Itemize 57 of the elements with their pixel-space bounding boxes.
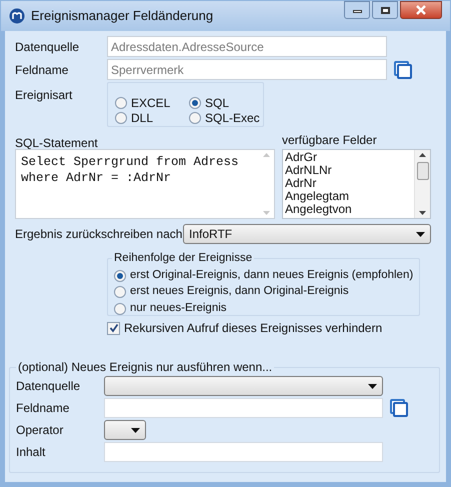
- field-label: Datenquelle: [16, 378, 82, 395]
- radio-label: SQL-Exec: [205, 110, 260, 127]
- radio-label: EXCEL: [131, 95, 170, 112]
- input-field[interactable]: [104, 398, 383, 418]
- field-label: Operator: [16, 422, 64, 439]
- fields-list[interactable]: AdrGr AdrNLNr AdrNr Angelegtam Angelegtvon: [282, 149, 431, 219]
- radio-label: SQL: [205, 95, 230, 112]
- caret-icon: [131, 428, 140, 432]
- window-title: Ereignismanager Feldänderung: [31, 7, 214, 26]
- field-label: Feldname: [16, 400, 70, 417]
- radio-button[interactable]: [114, 286, 126, 298]
- sql-label: SQL-Statement: [15, 135, 99, 149]
- copy-icon[interactable]: [389, 398, 409, 418]
- radio-label: DLL: [131, 110, 154, 127]
- checkbox-label: Rekursiven Aufruf dieses Ereignisses verhindern: [124, 320, 382, 337]
- input-field[interactable]: [104, 442, 383, 462]
- radio-button[interactable]: [115, 112, 127, 124]
- radio-button[interactable]: [189, 112, 201, 124]
- app-logo-icon: [9, 8, 25, 24]
- group-title: (optional) Neues Ereignis nur ausführen wenn...: [17, 359, 274, 376]
- radio-label: erst neues Ereignis, dann Original-Ereignis: [130, 284, 349, 300]
- fields-list-label: verfügbare Felder: [282, 134, 378, 148]
- scroll-up-icon[interactable]: [419, 153, 426, 157]
- scrollbar[interactable]: [414, 150, 430, 218]
- dropdown[interactable]: [104, 420, 146, 440]
- group-title: Reihenfolge der Ereignisse: [113, 251, 254, 266]
- list-item[interactable]: AdrNr: [285, 177, 414, 190]
- radio-label: nur neues-Ereignis: [130, 300, 227, 316]
- list-item[interactable]: AdrNLNr: [285, 164, 414, 177]
- close-button[interactable]: [400, 1, 442, 19]
- sql-text: Select Sperrgrund from Adress where AdrNr = :AdrNr: [21, 155, 239, 185]
- radio-button[interactable]: [115, 97, 127, 109]
- list-item[interactable]: Angelegtvon: [285, 203, 414, 216]
- sql-editor[interactable]: Select Sperrgrund from Adress where AdrNr = :AdrNr: [15, 149, 275, 219]
- field-label: Inhalt: [16, 444, 46, 461]
- writeback-dropdown[interactable]: InfoRTF: [183, 224, 431, 244]
- radio-button[interactable]: [114, 270, 126, 282]
- data-source-field[interactable]: Adressdaten.AdresseSource: [107, 36, 387, 57]
- radio-button[interactable]: [114, 302, 126, 314]
- scroll-down-icon[interactable]: [419, 211, 426, 215]
- scroll-thumb[interactable]: [416, 162, 428, 180]
- close-icon: [415, 5, 427, 15]
- radio-label: erst Original-Ereignis, dann neues Ereignis (empfohlen): [130, 268, 414, 283]
- caret-icon: [416, 232, 425, 236]
- minimize-button[interactable]: [344, 1, 370, 19]
- field-label: Ereignisart: [15, 87, 74, 104]
- field-label: Feldname: [15, 62, 70, 78]
- maximize-button[interactable]: [372, 1, 398, 19]
- radio-button[interactable]: [189, 97, 201, 109]
- field-label: Datenquelle: [15, 38, 80, 56]
- list-item[interactable]: AdrGr: [285, 151, 414, 164]
- copy-icon[interactable]: [393, 60, 413, 80]
- field-name-field[interactable]: Sperrvermerk: [107, 59, 387, 80]
- caret-icon: [368, 384, 377, 388]
- list-item[interactable]: Angelegtam: [285, 190, 414, 203]
- checkbox[interactable]: [107, 322, 120, 334]
- field-label: Ergebnis zurückschreiben nach: [15, 226, 183, 243]
